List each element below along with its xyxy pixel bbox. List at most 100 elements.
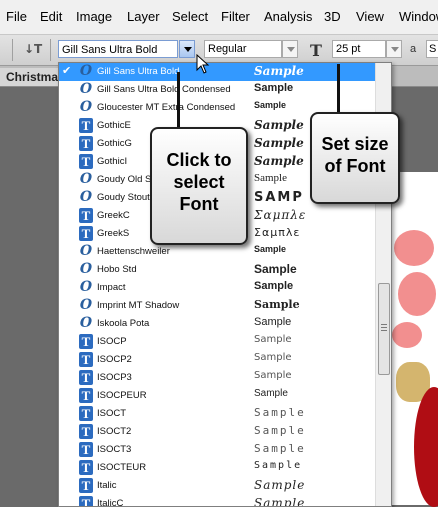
menu-layer[interactable]: Layer (127, 9, 160, 24)
font-sample-preview: Sample (254, 352, 292, 363)
red-bow (414, 387, 438, 507)
font-list-item[interactable]: T ISOCP Sample (59, 333, 375, 351)
font-sample-preview: Sample (254, 442, 306, 455)
font-sample-preview: Sample (254, 262, 297, 276)
opentype-font-icon: O (79, 99, 93, 115)
truetype-font-icon: T (79, 226, 93, 241)
callout-set-size: Set size of Font (310, 112, 400, 204)
font-name-label: ISOCTEUR (97, 462, 147, 473)
mouse-cursor-icon (196, 54, 210, 74)
font-sample-preview: Σαμπλε (254, 226, 301, 239)
font-name-label: ISOCP (97, 336, 127, 347)
font-list-item[interactable]: T ISOCP2 Sample (59, 351, 375, 369)
font-size-dropdown-button[interactable] (386, 40, 402, 58)
antialias-icon: a (410, 43, 416, 55)
font-sample-preview: Sample (254, 172, 287, 184)
font-list-item[interactable]: ✔ O Gill Sans Ultra Bold Sample (59, 63, 375, 81)
font-name-label: ISOCT2 (97, 426, 132, 437)
font-name-label: Goudy Stout (97, 192, 150, 203)
opentype-font-icon: O (79, 315, 93, 331)
font-sample-preview: Sample (254, 478, 306, 492)
font-name-label: GreekC (97, 210, 130, 221)
font-sample-preview: Sample (254, 460, 303, 471)
font-sample-preview: Sample (254, 64, 304, 78)
truetype-font-icon: T (79, 388, 93, 403)
truetype-font-icon: T (79, 442, 93, 457)
font-list-item[interactable]: T ISOCT Sample (59, 405, 375, 423)
menu-image[interactable]: Image (76, 9, 112, 24)
truetype-font-icon: T (79, 370, 93, 385)
font-list-item[interactable]: T ISOCT3 Sample (59, 441, 375, 459)
font-list-item[interactable]: O Iskoola Pota Sample (59, 315, 375, 333)
text-orientation-icon[interactable]: ↓T (24, 42, 42, 58)
font-style-field[interactable]: Regular (204, 40, 282, 58)
font-name-label: Gill Sans Ultra Bold (97, 66, 180, 77)
font-name-label: ISOCT3 (97, 444, 132, 455)
menu-analysis[interactable]: Analysis (264, 9, 312, 24)
font-list-item[interactable]: O Hobo Std Sample (59, 261, 375, 279)
font-sample-preview: Sample (254, 136, 304, 150)
font-name-label: Impact (97, 282, 126, 293)
opentype-font-icon: O (79, 243, 93, 259)
callout-set-size-text: Set size of Font (321, 134, 389, 176)
font-name-label: Gill Sans Ultra Bold Condensed (97, 84, 231, 95)
font-sample-preview: Sample (254, 424, 306, 437)
font-list-item[interactable]: T ISOCPEUR Sample (59, 387, 375, 405)
opentype-font-icon: O (79, 63, 93, 79)
font-sample-preview: Sample (254, 406, 306, 419)
font-sample-preview: Sample (254, 100, 287, 110)
callout-connector (177, 72, 180, 128)
font-list-item[interactable]: T ISOCP3 Sample (59, 369, 375, 387)
font-name-label: ItalicC (97, 498, 124, 507)
antialias-field[interactable]: S (426, 40, 438, 58)
opentype-font-icon: O (79, 297, 93, 313)
truetype-font-icon: T (79, 208, 93, 223)
font-list-item[interactable]: T ISOCT2 Sample (59, 423, 375, 441)
font-name-label: GothicG (97, 138, 132, 149)
opentype-font-icon: O (79, 279, 93, 295)
menu-view[interactable]: View (356, 9, 384, 24)
menu-window[interactable]: Window (399, 9, 438, 24)
font-family-field[interactable]: Gill Sans Ultra Bold (58, 40, 178, 58)
christmas-photo (392, 172, 438, 507)
truetype-font-icon: T (79, 478, 93, 493)
font-name-label: GreekS (97, 228, 130, 239)
font-sample-preview: Σαμπλε (254, 208, 307, 222)
font-list-item[interactable]: T ISOCTEUR Sample (59, 459, 375, 477)
font-list-item[interactable]: T ItalicC Sample (59, 495, 375, 507)
font-sample-preview: Sample (254, 334, 292, 345)
font-sample-preview: Sample (254, 154, 304, 168)
opentype-font-icon: O (79, 189, 93, 205)
menu-file[interactable]: File (6, 9, 27, 24)
menu-filter[interactable]: Filter (221, 9, 250, 24)
menu-bar: File Edit Image Layer Select Filter Anal… (0, 0, 438, 35)
grip-line (381, 327, 387, 328)
font-name-label: ISOCT (97, 408, 127, 419)
truetype-font-icon: T (79, 352, 93, 367)
menu-3d[interactable]: 3D (324, 9, 341, 24)
font-name-label: Iskoola Pota (97, 318, 150, 329)
chevron-down-icon (391, 47, 399, 52)
font-name-label: ISOCP2 (97, 354, 132, 365)
menu-edit[interactable]: Edit (40, 9, 62, 24)
truetype-font-icon: T (79, 334, 93, 349)
callout-select-font-text: Click to select Font (166, 150, 232, 214)
font-family-dropdown-button[interactable] (179, 40, 195, 58)
menu-select[interactable]: Select (172, 9, 208, 24)
font-sample-preview: Sample (254, 298, 300, 311)
font-list-item[interactable]: O Gill Sans Ultra Bold Condensed Sample (59, 81, 375, 99)
font-list-item[interactable]: O Haettenschweiler Sample (59, 243, 375, 261)
font-sample-preview: Sample (254, 118, 304, 132)
font-list-item[interactable]: O Impact Sample (59, 279, 375, 297)
scrollbar-thumb[interactable] (378, 283, 390, 375)
font-style-dropdown-button[interactable] (282, 40, 298, 58)
font-name-label: ISOCP3 (97, 372, 132, 383)
truetype-font-icon: T (79, 406, 93, 421)
grip-line (381, 330, 387, 331)
poinsettia-petal (398, 272, 436, 316)
chevron-down-icon (184, 47, 192, 52)
font-list-item[interactable]: T Italic Sample (59, 477, 375, 495)
font-list-item[interactable]: O Imprint MT Shadow Sample (59, 297, 375, 315)
font-size-field[interactable]: 25 pt (332, 40, 386, 58)
opentype-font-icon: O (79, 261, 93, 277)
